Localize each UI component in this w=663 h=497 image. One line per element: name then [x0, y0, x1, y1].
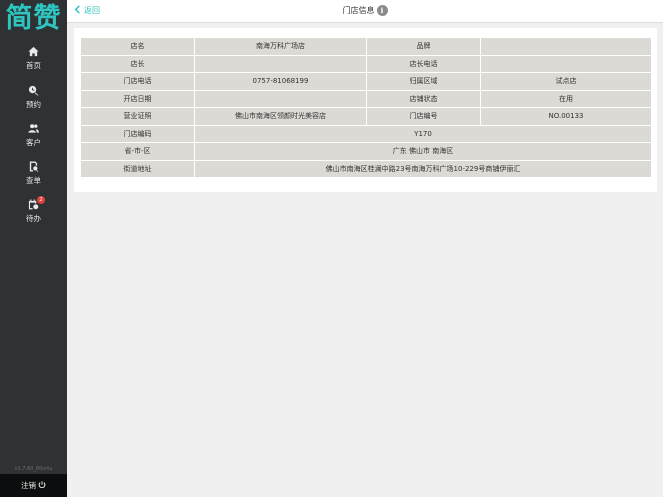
table-row: 门店编码 Y170	[80, 124, 652, 143]
page-title-text: 门店信息	[342, 6, 375, 15]
orders-icon	[29, 161, 39, 172]
header-bar: 返回 门店信息 i	[67, 0, 663, 23]
sidebar-item-label: 首页	[26, 61, 41, 70]
store-code-value: Y170	[194, 124, 652, 143]
store-number-value: NO.00133	[480, 107, 652, 126]
field-label: 门店电话	[80, 72, 195, 91]
sidebar-item-label: 查单	[26, 176, 41, 185]
sidebar-item-todo[interactable]: 2 待办	[0, 196, 67, 233]
store-info-table: 店名 南海万科广场店 品牌 店长 店长电话 门店电话 0757-81068199…	[80, 37, 652, 178]
logout-label: 注销	[21, 481, 36, 490]
table-row: 店名 南海万科广场店 品牌	[80, 37, 652, 56]
app-version: v1.7.60_80vrtu	[14, 466, 53, 472]
field-label: 省-市-区	[80, 142, 195, 161]
home-icon	[28, 46, 39, 57]
field-label: 店名	[80, 37, 195, 56]
store-info-card: 店名 南海万科广场店 品牌 店长 店长电话 门店电话 0757-81068199…	[74, 28, 657, 192]
customers-icon	[28, 124, 39, 133]
license-value: 佛山市南海区领颜时光美容店	[194, 107, 367, 126]
appointment-icon	[28, 85, 39, 96]
table-row: 街道地址 佛山市南海区桂澜中路23号南海万科广场10-229号商铺伊丽汇	[80, 159, 652, 178]
store-name-value: 南海万科广场店	[194, 37, 367, 56]
field-label: 开店日期	[80, 89, 195, 108]
app: 简赞 首页 预约 客户 查单 2 待办 v1.7.60_80vrtu 注销 返回…	[0, 0, 663, 497]
table-row: 省-市-区 广东 佛山市 南海区	[80, 142, 652, 161]
brand-value	[480, 37, 652, 56]
sidebar-item-appointment[interactable]: 预约	[0, 85, 67, 119]
sidebar-item-label: 待办	[26, 214, 41, 223]
field-label: 门店编号	[366, 107, 481, 126]
field-label: 店长	[80, 54, 195, 73]
sidebar: 简赞 首页 预约 客户 查单 2 待办 v1.7.60_80vrtu 注销	[0, 0, 67, 497]
status-value: 在用	[480, 89, 652, 108]
power-icon	[38, 481, 46, 489]
table-row: 营业证照 佛山市南海区领颜时光美容店 门店编号 NO.00133	[80, 107, 652, 126]
table-row: 店长 店长电话	[80, 54, 652, 73]
page-title: 门店信息 i	[67, 0, 663, 22]
sidebar-item-label: 客户	[26, 138, 41, 147]
manager-value	[194, 54, 367, 73]
logout-button[interactable]: 注销	[0, 474, 67, 497]
field-label: 品牌	[366, 37, 481, 56]
field-label: 归属区域	[366, 72, 481, 91]
app-logo: 简赞	[5, 3, 62, 34]
sidebar-item-customers[interactable]: 客户	[0, 123, 67, 157]
store-phone-value: 0757-81068199	[194, 72, 367, 91]
address-value: 佛山市南海区桂澜中路23号南海万科广场10-229号商铺伊丽汇	[194, 159, 652, 178]
field-label: 店铺状态	[366, 89, 481, 108]
table-row: 开店日期 店铺状态 在用	[80, 89, 652, 108]
sidebar-item-home[interactable]: 首页	[0, 46, 67, 80]
table-row: 门店电话 0757-81068199 归属区域 试点店	[80, 72, 652, 91]
region-value: 试点店	[480, 72, 652, 91]
info-icon[interactable]: i	[376, 5, 388, 16]
sidebar-item-label: 预约	[26, 100, 41, 109]
manager-phone-value	[480, 54, 652, 73]
area-value: 广东 佛山市 南海区	[194, 142, 652, 161]
field-label: 门店编码	[80, 124, 195, 143]
open-date-value	[194, 89, 367, 108]
field-label: 街道地址	[80, 159, 195, 178]
sidebar-item-orders[interactable]: 查单	[0, 161, 67, 195]
field-label: 店长电话	[366, 54, 481, 73]
todo-count-badge: 2	[37, 196, 45, 204]
field-label: 营业证照	[80, 107, 195, 126]
